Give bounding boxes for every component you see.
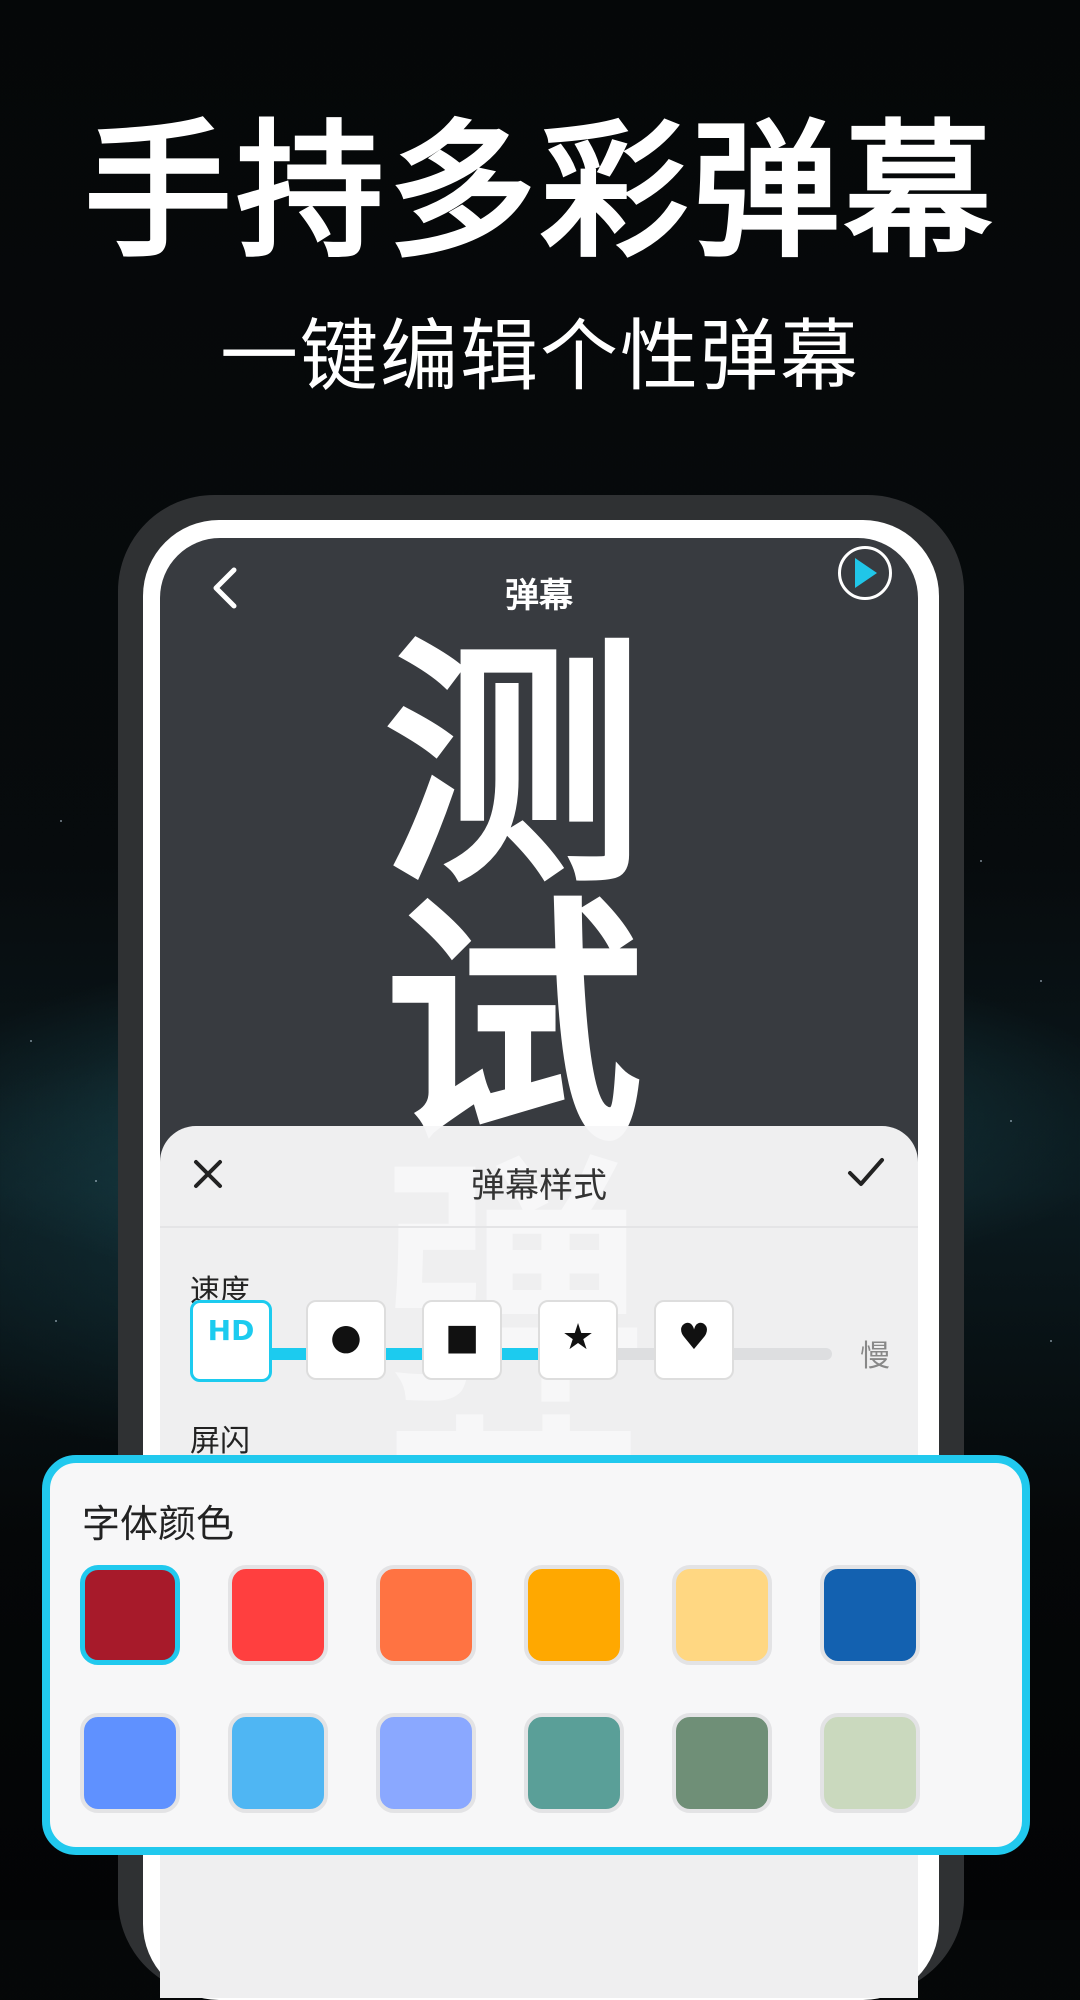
color-swatch[interactable] xyxy=(672,1713,772,1813)
circle-icon: ● xyxy=(330,1317,362,1358)
color-swatch[interactable] xyxy=(820,1565,920,1665)
play-button[interactable] xyxy=(838,546,892,600)
color-swatch[interactable] xyxy=(524,1713,624,1813)
nav-title: 弹幕 xyxy=(505,576,573,616)
color-swatch[interactable] xyxy=(80,1565,180,1665)
circle-shape-button[interactable]: ● xyxy=(306,1300,386,1380)
heart-shape-button[interactable]: ♥ xyxy=(654,1300,734,1380)
square-shape-button[interactable]: ■ xyxy=(422,1300,502,1380)
heart-icon: ♥ xyxy=(677,1317,711,1358)
color-swatch[interactable] xyxy=(376,1565,476,1665)
color-swatch[interactable] xyxy=(672,1565,772,1665)
star-icon: ★ xyxy=(561,1317,595,1358)
star-shape-button[interactable]: ★ xyxy=(538,1300,618,1380)
speed-slider-fill xyxy=(248,1348,564,1360)
color-swatch[interactable] xyxy=(376,1713,476,1813)
check-icon xyxy=(848,1158,884,1186)
color-swatch[interactable] xyxy=(820,1713,920,1813)
divider xyxy=(160,1226,918,1228)
color-swatch[interactable] xyxy=(80,1713,180,1813)
font-color-panel: 字体颜色 xyxy=(42,1455,1030,1855)
color-swatch[interactable] xyxy=(228,1565,328,1665)
square-icon: ■ xyxy=(444,1317,479,1358)
flash-label: 屏闪 xyxy=(190,1424,250,1459)
sheet-title: 弹幕样式 xyxy=(471,1166,607,1206)
confirm-button[interactable] xyxy=(842,1148,890,1207)
speed-slow-label: 慢 xyxy=(860,1339,890,1374)
subheadline: 一键编辑个性弹幕 xyxy=(219,312,860,402)
font-color-title: 字体颜色 xyxy=(82,1502,235,1546)
color-swatch[interactable] xyxy=(228,1713,328,1813)
color-swatch[interactable] xyxy=(524,1565,624,1665)
hd-button[interactable]: HD xyxy=(190,1300,272,1382)
headline: 手持多彩弹幕 xyxy=(84,106,996,278)
